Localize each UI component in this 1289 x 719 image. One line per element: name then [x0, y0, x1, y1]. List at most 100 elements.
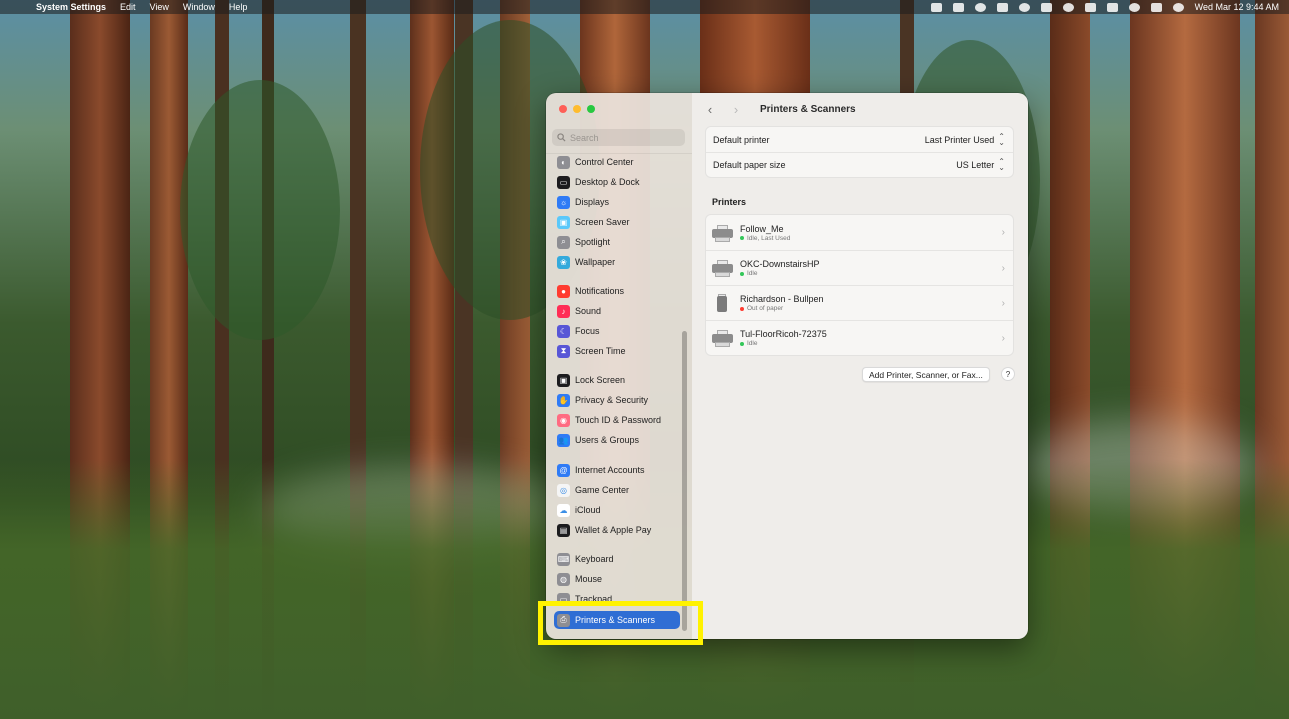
sidebar-item-wallet-apple-pay[interactable]: ▤ Wallet & Apple Pay	[554, 521, 680, 539]
forward-button[interactable]: ›	[730, 102, 742, 117]
sidebar-item-focus[interactable]: ☾ Focus	[554, 322, 680, 340]
printer-info: Tul-FloorRicoh-72375 Idle	[740, 329, 995, 347]
sidebar-item-users-groups[interactable]: 👥 Users & Groups	[554, 431, 680, 449]
outlook-icon[interactable]	[930, 2, 942, 12]
menubar-clock[interactable]: Wed Mar 12 9:44 AM	[1195, 2, 1279, 12]
printers-list: Follow_Me Idle, Last Used › OKC-DownstairsH…	[705, 214, 1014, 356]
sidebar-item-label: Focus	[575, 326, 600, 336]
sidebar-item-label: Wallpaper	[575, 257, 616, 267]
default-printer-label: Default printer	[713, 134, 770, 145]
sidebar-item-label: Sound	[575, 306, 602, 316]
sidebar-item-label: Control Center	[575, 157, 634, 167]
sidebar-item-icloud[interactable]: ☁ iCloud	[554, 501, 680, 519]
printers-section-title: Printers	[712, 197, 747, 207]
paper-size-popup[interactable]: US Letter ⌃ ⌄	[956, 158, 1005, 172]
chevron-right-icon: ›	[1001, 262, 1005, 274]
sidebar-item-displays[interactable]: ☼ Displays	[554, 193, 680, 211]
sidebar-item-screen-time[interactable]: ⧗ Screen Time	[554, 342, 680, 360]
printer-icon	[712, 259, 733, 277]
menu-edit[interactable]: Edit	[120, 2, 136, 12]
menu-help[interactable]: Help	[229, 2, 248, 12]
system-settings-window: ◐ Control Center ▭ Desktop & Dock ☼ Displays ▣…	[546, 93, 1028, 639]
lock-screen-icon: ▣	[557, 373, 570, 387]
privacy-security-icon: ✋	[557, 393, 570, 407]
chevron-right-icon: ›	[1001, 332, 1005, 344]
sidebar-item-mouse[interactable]: ◍ Mouse	[554, 570, 680, 588]
sidebar-item-wallpaper[interactable]: ❀ Wallpaper	[554, 253, 680, 271]
menu-view[interactable]: View	[150, 2, 169, 12]
printer-name: Tul-FloorRicoh-72375	[740, 329, 827, 339]
menu-window[interactable]: Window	[183, 2, 215, 12]
sidebar-item-label: Privacy & Security	[575, 395, 649, 405]
status-dot-icon	[740, 236, 744, 240]
sidebar-item-keyboard[interactable]: ⌨ Keyboard	[554, 550, 680, 568]
printer-status-text: Idle, Last Used	[747, 234, 791, 242]
sidebar-item-label: Game Center	[575, 485, 630, 495]
sidebar-item-notifications[interactable]: ● Notifications	[554, 282, 680, 300]
sidebar-item-label: Trackpad	[575, 594, 613, 604]
sidebar-item-label: Screen Saver	[575, 217, 630, 227]
sidebar-item-label: Spotlight	[575, 237, 611, 247]
default-printer-row: Default printer Last Printer Used ⌃ ⌄	[706, 127, 1013, 152]
zoom-window-button[interactable]	[587, 105, 595, 113]
menu-bar: System Settings Edit View Window Help We…	[0, 0, 1289, 14]
window-controls	[559, 105, 595, 113]
sidebar-item-trackpad[interactable]: ▭ Trackpad	[554, 590, 680, 608]
sidebar-item-internet-accounts[interactable]: @ Internet Accounts	[554, 461, 680, 479]
sidebar-item-control-center[interactable]: ◐ Control Center	[554, 153, 680, 171]
wifi-icon[interactable]	[1106, 2, 1118, 12]
printer-status-text: Out of paper	[747, 305, 784, 312]
cloud-icon[interactable]	[1040, 2, 1052, 12]
control-center-menu-icon[interactable]	[1150, 2, 1162, 12]
sidebar-item-label: Lock Screen	[575, 375, 626, 385]
close-window-button[interactable]	[559, 105, 567, 113]
sidebar-item-privacy-security[interactable]: ✋ Privacy & Security	[554, 391, 680, 409]
siri-icon[interactable]	[1172, 2, 1184, 12]
app-menu[interactable]: System Settings	[36, 2, 106, 12]
default-printer-popup[interactable]: Last Printer Used ⌃ ⌄	[925, 132, 1005, 146]
minimize-window-button[interactable]	[573, 105, 581, 113]
sidebar-item-label: Mouse	[575, 574, 603, 584]
help-button[interactable]: ?	[1001, 367, 1015, 381]
desktop-dock-icon: ▭	[557, 175, 570, 189]
sidebar-item-spotlight[interactable]: ⌕ Spotlight	[554, 233, 680, 251]
sidebar-item-label: Printers & Scanners	[575, 615, 656, 625]
notifications-icon: ●	[557, 284, 570, 298]
printer-info: Richardson - Bullpen Out of paper	[740, 294, 995, 312]
search-input[interactable]	[570, 132, 680, 143]
page-title: Printers & Scanners	[760, 103, 856, 115]
chevron-right-icon: ›	[1001, 297, 1005, 309]
sidebar-item-sound[interactable]: ♪ Sound	[554, 302, 680, 320]
spotlight-search-icon[interactable]	[1128, 2, 1140, 12]
sidebar-item-touch-id-password[interactable]: ◉ Touch ID & Password	[554, 411, 680, 429]
printer-info: OKC-DownstairsHP Idle	[740, 259, 995, 277]
printer-row[interactable]: Tul-FloorRicoh-72375 Idle ›	[706, 320, 1013, 355]
add-printer-button[interactable]: Add Printer, Scanner, or Fax...	[862, 367, 990, 382]
toolbar: ‹ › Printers & Scanners	[692, 93, 1028, 125]
focus-icon: ☾	[557, 324, 570, 338]
paper-size-label: Default paper size	[713, 160, 786, 170]
back-button[interactable]: ‹	[704, 102, 716, 117]
sidebar-item-desktop-dock[interactable]: ▭ Desktop & Dock	[554, 173, 680, 191]
sidebar-scrollbar[interactable]	[682, 331, 687, 631]
sidebar-item-lock-screen[interactable]: ▣ Lock Screen	[554, 371, 680, 389]
network-status-icon[interactable]	[996, 2, 1008, 12]
sidebar-item-label: Screen Time	[575, 346, 626, 356]
globe-icon[interactable]	[974, 2, 986, 12]
search-field[interactable]	[552, 129, 685, 146]
sidebar-item-printers-scanners[interactable]: ⎙ Printers & Scanners	[554, 611, 680, 629]
play-icon[interactable]	[1062, 2, 1074, 12]
sidebar-item-label: iCloud	[575, 505, 601, 515]
printer-row[interactable]: Follow_Me Idle, Last Used ›	[706, 215, 1013, 250]
battery-icon[interactable]	[1084, 2, 1096, 12]
printer-status: Idle, Last Used	[740, 235, 995, 242]
teams-icon[interactable]	[952, 2, 964, 12]
paper-size-row: Default paper size US Letter ⌃ ⌄	[706, 152, 1013, 177]
status-dot-icon	[740, 341, 744, 346]
printer-row[interactable]: Richardson - Bullpen Out of paper ›	[706, 285, 1013, 320]
printer-row[interactable]: OKC-DownstairsHP Idle ›	[706, 250, 1013, 285]
sidebar-item-game-center[interactable]: ◎ Game Center	[554, 481, 680, 499]
creative-cloud-icon[interactable]	[1018, 2, 1030, 12]
printer-icon: ⎙	[557, 613, 570, 627]
sidebar-item-screen-saver[interactable]: ▣ Screen Saver	[554, 213, 680, 231]
